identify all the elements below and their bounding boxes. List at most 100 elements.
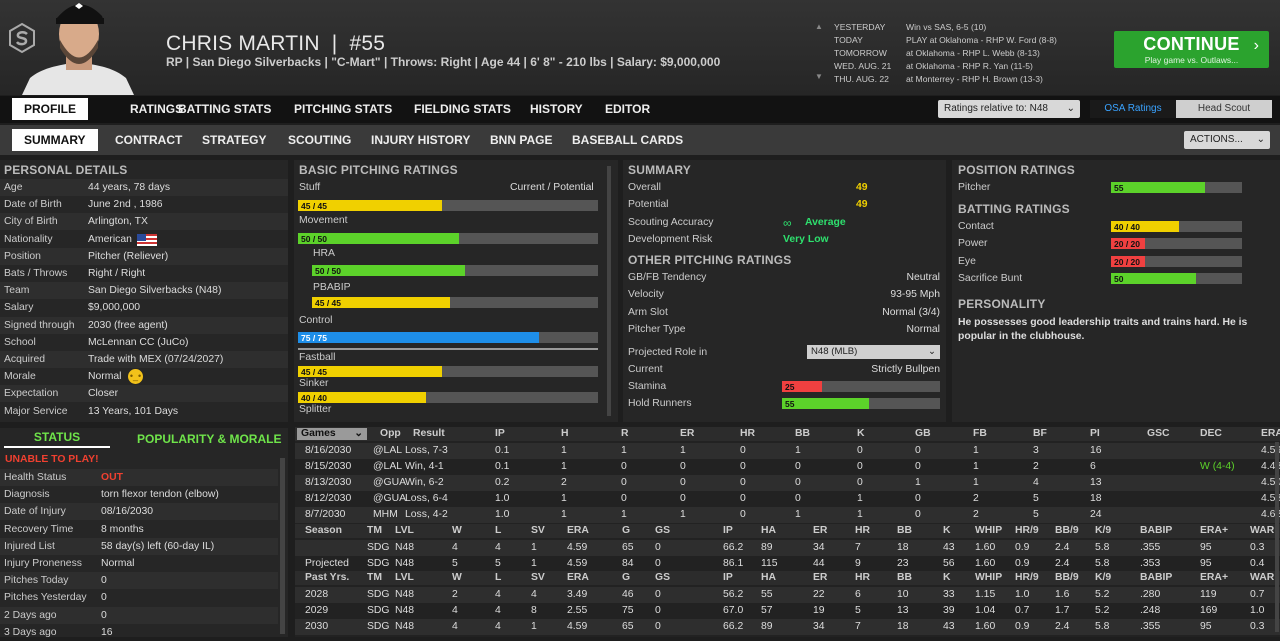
- season-cell: 43: [943, 542, 955, 553]
- past-cell: 5: [855, 605, 861, 616]
- game-cell: 1.0: [495, 509, 510, 520]
- schedule-item[interactable]: YESTERDAY Win vs SAS, 6-5 (10): [834, 21, 1057, 34]
- games-col-header: FB: [973, 428, 987, 439]
- game-cell: @LAL: [373, 445, 403, 456]
- tab-contract[interactable]: CONTRACT: [115, 125, 182, 155]
- tab-history[interactable]: HISTORY: [530, 96, 583, 123]
- schedule-item[interactable]: TODAY PLAY at Oklahoma - RHP W. Ford (8-8…: [834, 34, 1057, 47]
- actions-label: ACTIONS...: [1190, 134, 1243, 145]
- games-select[interactable]: Games ⌄: [297, 428, 367, 440]
- schedule-list: YESTERDAY Win vs SAS, 6-5 (10) TODAY PLAY a…: [834, 21, 1057, 86]
- season-col-header: G: [622, 525, 631, 536]
- game-cell: @LAL: [373, 461, 403, 472]
- season-cell: 0.9: [1015, 542, 1030, 553]
- tab-batting-stats[interactable]: BATTING STATS: [178, 96, 271, 123]
- season-cell: 95: [1200, 558, 1212, 569]
- tab-ratings[interactable]: RATINGS: [130, 96, 183, 123]
- past-cell: 57: [761, 605, 773, 616]
- season-col-header: K: [943, 525, 951, 536]
- summary-value: Very Low: [783, 233, 829, 245]
- past-cell: 4: [452, 621, 458, 632]
- summary-value: 49: [856, 182, 868, 193]
- hold-runners-label: Hold Runners: [628, 398, 692, 409]
- status-label: Injured List: [4, 540, 55, 552]
- tab-pitching-stats[interactable]: PITCHING STATS: [294, 96, 392, 123]
- tab-injury-history[interactable]: INJURY HISTORY: [371, 125, 470, 155]
- schedule-day: THU. AUG. 22: [834, 74, 889, 84]
- detail-label: Major Service: [4, 405, 68, 417]
- player-name: CHRIS MARTIN | #55: [166, 32, 386, 55]
- season-cell: 5.8: [1095, 542, 1110, 553]
- tab-fielding-stats[interactable]: FIELDING STATS: [414, 96, 511, 123]
- tab-status[interactable]: STATUS: [4, 430, 110, 448]
- tab-scouting[interactable]: SCOUTING: [288, 125, 351, 155]
- stats-table: Games ⌄ Opp Result IP H R ER HR BB K GB FB BF PI GSC DEC…: [295, 427, 1280, 637]
- past-col-header: TM: [367, 572, 383, 583]
- past-cell: 6: [855, 589, 861, 600]
- hold-runners-bar-fill: [782, 398, 869, 409]
- past-cell: 119: [1200, 589, 1217, 600]
- osa-ratings-toggle[interactable]: OSA Ratings: [1090, 100, 1176, 118]
- schedule-down-icon[interactable]: ▼: [815, 72, 823, 81]
- game-cell: 1: [795, 509, 801, 520]
- game-cell: 5: [1033, 493, 1039, 504]
- head-scout-toggle[interactable]: Head Scout: [1176, 100, 1272, 118]
- rating-label: Movement: [299, 215, 348, 226]
- game-cell: 8/13/2030: [305, 477, 352, 488]
- past-col-header: HR/9: [1015, 572, 1039, 583]
- season-cell: 4: [495, 542, 501, 553]
- schedule-item[interactable]: WED. AUG. 21 at Oklahoma - RHP R. Yan (11…: [834, 60, 1057, 73]
- game-cell: 1: [973, 461, 979, 472]
- schedule-up-icon[interactable]: ▲: [815, 22, 823, 31]
- actions-menu[interactable]: ACTIONS... ⌄: [1184, 131, 1270, 149]
- past-cell: 46: [622, 589, 634, 600]
- status-scrollbar[interactable]: [280, 458, 285, 634]
- past-cell: 0.3: [1250, 621, 1265, 632]
- detail-value: American: [88, 233, 132, 245]
- summary-label: Scouting Accuracy: [628, 216, 714, 228]
- schedule-item[interactable]: TOMORROW at Oklahoma - RHP L. Webb (8-13): [834, 47, 1057, 60]
- tab-profile[interactable]: PROFILE: [12, 98, 89, 120]
- season-cell: 66.2: [723, 542, 744, 553]
- tab-popularity-morale[interactable]: POPULARITY & MORALE: [137, 432, 281, 446]
- projected-role-select[interactable]: N48 (MLB) ⌄: [807, 345, 940, 359]
- status-value: 0: [101, 609, 107, 621]
- table-scrollbar[interactable]: [1275, 442, 1279, 632]
- schedule-game: at Monterrey - RHP H. Brown (13-3): [906, 74, 1043, 84]
- past-cell: 75: [622, 605, 634, 616]
- rating-bar-label: 75 / 75: [301, 333, 327, 343]
- tab-strategy[interactable]: STRATEGY: [202, 125, 266, 155]
- tab-baseball-cards[interactable]: BASEBALL CARDS: [572, 125, 683, 155]
- chevron-right-icon: ›: [1253, 37, 1259, 54]
- tab-editor[interactable]: EDITOR: [605, 96, 650, 123]
- past-cell: .248: [1140, 605, 1161, 616]
- status-label: 2 Days ago: [4, 609, 57, 621]
- ratings-scrollbar[interactable]: [607, 166, 611, 416]
- detail-label: Bats / Throws: [4, 268, 68, 279]
- tab-bnn-page[interactable]: BNN PAGE: [490, 125, 552, 155]
- rating-label: Sinker: [299, 378, 329, 389]
- past-row: [295, 619, 1280, 635]
- games-col-header: R: [621, 428, 629, 439]
- game-cell: 0: [740, 445, 746, 456]
- game-cell: Loss, 6-4: [405, 493, 448, 504]
- schedule-item[interactable]: THU. AUG. 22 at Monterrey - RHP H. Brown …: [834, 73, 1057, 86]
- season-cell: 1.60: [975, 542, 996, 553]
- player-photo: [22, 3, 134, 95]
- personal-details-panel: PERSONAL DETAILS Age 44 years, 78 days Dat…: [0, 160, 288, 422]
- past-cell: 0.9: [1015, 621, 1030, 632]
- detail-value: Normal: [88, 371, 122, 383]
- schedule-game: at Oklahoma - RHP R. Yan (11-5): [906, 61, 1033, 71]
- past-row: [295, 587, 1280, 603]
- past-col-header: K/9: [1095, 572, 1112, 583]
- past-cell: 4: [495, 589, 501, 600]
- status-label: Health Status: [4, 472, 67, 483]
- game-cell: 0: [740, 493, 746, 504]
- ratings-relative-select[interactable]: Ratings relative to: N48 ⌄: [938, 100, 1080, 118]
- projected-role-label: Projected Role in: [628, 347, 708, 358]
- continue-button[interactable]: CONTINUE Play game vs. Outlaws... ›: [1114, 31, 1269, 68]
- game-cell: 0: [915, 493, 921, 504]
- past-cell: 34: [813, 621, 825, 632]
- past-cell: 56.2: [723, 589, 744, 600]
- tab-summary[interactable]: SUMMARY: [12, 129, 98, 151]
